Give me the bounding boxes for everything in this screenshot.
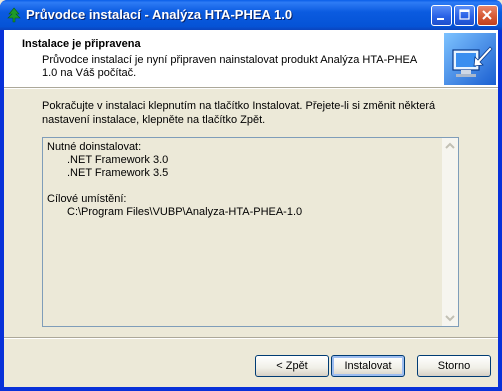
cancel-button[interactable]: Storno (417, 355, 491, 377)
page-title: Instalace je připravena (22, 38, 141, 50)
cancel-label: Storno (437, 360, 471, 372)
installer-window: Průvodce instalací - Analýza HTA-PHEA 1.… (0, 0, 502, 391)
minimize-button[interactable] (431, 5, 452, 26)
dest-path: C:\Program Files\VUBP\Analyza-HTA-PHEA-1… (67, 206, 303, 218)
title-bar[interactable]: Průvodce instalací - Analýza HTA-PHEA 1.… (0, 0, 502, 30)
minimize-icon (437, 18, 444, 20)
scroll-down-icon[interactable] (442, 310, 458, 326)
close-button[interactable] (477, 5, 498, 26)
install-button[interactable]: Instalovat (331, 355, 405, 377)
window-title: Průvodce instalací - Analýza HTA-PHEA 1.… (26, 7, 293, 22)
memo-scrollbar[interactable] (442, 138, 458, 326)
wizard-header: Instalace je připravena Průvodce instala… (4, 30, 498, 88)
back-label: < Zpět (276, 360, 308, 372)
tree-icon (7, 7, 21, 23)
dest-heading: Cílové umístění: (47, 193, 127, 205)
scroll-up-icon[interactable] (442, 138, 458, 154)
back-button[interactable]: < Zpět (255, 355, 329, 377)
prereq-heading: Nutné doinstalovat: (47, 141, 142, 153)
close-icon (482, 10, 492, 20)
prereq-item: .NET Framework 3.5 (67, 167, 169, 179)
prereq-item: .NET Framework 3.0 (67, 154, 169, 166)
install-label: Instalovat (344, 360, 392, 372)
page-subtitle: Průvodce instalací je nyní připraven nai… (42, 54, 417, 79)
maximize-icon (459, 9, 470, 20)
memo-content: Nutné doinstalovat: .NET Framework 3.0 .NE… (47, 141, 302, 219)
computer-install-icon (444, 33, 496, 85)
ready-memo[interactable]: Nutné doinstalovat: .NET Framework 3.0 .NE… (42, 137, 459, 327)
footer-separator (4, 337, 498, 339)
maximize-button[interactable] (454, 5, 475, 26)
intro-text: Pokračujte v instalaci klepnutím na tlač… (42, 100, 436, 126)
dialog-body: Instalace je připravena Průvodce instala… (4, 30, 498, 387)
